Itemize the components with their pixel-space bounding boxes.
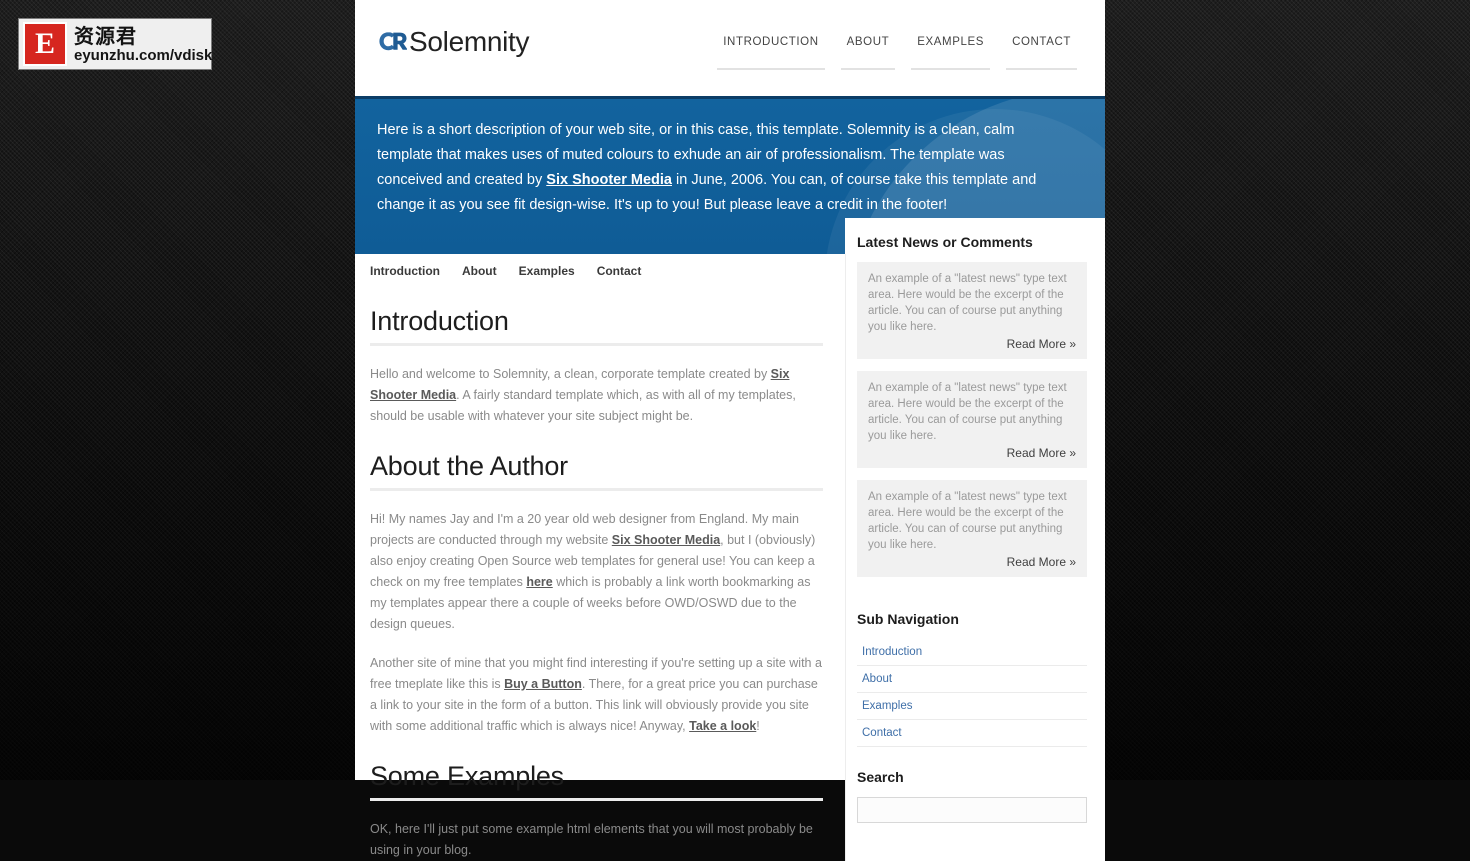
about-link-here[interactable]: here <box>526 575 552 589</box>
content-subnav-examples[interactable]: Examples <box>519 264 575 278</box>
sidebar-item-introduction[interactable]: Introduction <box>857 639 1087 665</box>
nav-item-examples[interactable]: EXAMPLES <box>903 36 998 70</box>
watermark-chinese-label: 资源君 <box>74 23 137 48</box>
primary-navigation: INTRODUCTION ABOUT EXAMPLES CONTACT <box>709 36 1085 70</box>
site-header: Solemnity INTRODUCTION ABOUT EXAMPLES CO… <box>355 0 1105 96</box>
sidebar-news-title: Latest News or Comments <box>857 234 1033 250</box>
content-subnavigation: Introduction About Examples Contact <box>370 264 823 282</box>
section-title-about-the-author: About the Author <box>370 451 823 491</box>
content-subnav-about[interactable]: About <box>462 264 497 278</box>
news-item-read-more-link[interactable]: Read More » <box>868 446 1076 460</box>
sidebar: Latest News or Comments An example of a … <box>845 218 1105 861</box>
site-page-container: Solemnity INTRODUCTION ABOUT EXAMPLES CO… <box>355 0 1105 861</box>
search-input[interactable] <box>857 797 1087 823</box>
sidebar-item-contact[interactable]: Contact <box>857 720 1087 746</box>
watermark-text: 资源君 eyunzhu.com/vdisk <box>74 25 212 64</box>
section-title-introduction: Introduction <box>370 306 823 346</box>
watermark-badge: E 资源君 eyunzhu.com/vdisk <box>18 18 212 70</box>
nav-item-contact[interactable]: CONTACT <box>998 36 1085 70</box>
watermark-logo-icon: E <box>23 22 67 66</box>
watermark-url-label: eyunzhu.com/vdisk <box>74 46 213 64</box>
news-item-text: An example of a "latest news" type text … <box>868 491 1067 551</box>
intro-text-a: Hello and welcome to Solemnity, a clean,… <box>370 367 771 381</box>
news-item: An example of a "latest news" type text … <box>857 262 1087 359</box>
body-columns: Introduction About Examples Contact Intr… <box>355 218 1105 861</box>
sidebar-subnavigation-title: Sub Navigation <box>857 611 959 627</box>
about-link-buy-a-button[interactable]: Buy a Button <box>504 677 582 691</box>
list-item: Introduction <box>857 639 1087 666</box>
news-item: An example of a "latest news" type text … <box>857 480 1087 577</box>
main-content: Introduction About Examples Contact Intr… <box>355 254 845 861</box>
nav-item-introduction[interactable]: INTRODUCTION <box>709 36 832 70</box>
list-item: Contact <box>857 720 1087 747</box>
sidebar-subnavigation-list: Introduction About Examples Contact <box>857 639 1087 747</box>
news-item-read-more-link[interactable]: Read More » <box>868 555 1076 569</box>
nav-item-about[interactable]: ABOUT <box>833 36 904 70</box>
content-subnav-introduction[interactable]: Introduction <box>370 264 440 278</box>
about2-text-c: ! <box>756 719 760 733</box>
section-examples-paragraph: OK, here I'll just put some example html… <box>370 822 813 857</box>
interlocking-circles-logo-icon <box>379 32 407 51</box>
about-link-take-a-look[interactable]: Take a look <box>689 719 756 733</box>
list-item: About <box>857 666 1087 693</box>
sidebar-search-title: Search <box>857 769 904 785</box>
section-introduction-paragraph: Hello and welcome to Solemnity, a clean,… <box>370 364 823 427</box>
sidebar-item-examples[interactable]: Examples <box>857 693 1087 719</box>
news-item-text: An example of a "latest news" type text … <box>868 273 1067 333</box>
list-item: Examples <box>857 693 1087 720</box>
news-item: An example of a "latest news" type text … <box>857 371 1087 468</box>
section-about-paragraph-1: Hi! My names Jay and I'm a 20 year old w… <box>370 509 823 635</box>
news-item-read-more-link[interactable]: Read More » <box>868 337 1076 351</box>
section-about-paragraph-2: Another site of mine that you might find… <box>370 653 823 737</box>
banner-description: Here is a short description of your web … <box>355 99 1105 218</box>
content-subnav-contact[interactable]: Contact <box>597 264 642 278</box>
sidebar-item-about[interactable]: About <box>857 666 1087 692</box>
site-logo[interactable]: Solemnity <box>377 26 530 57</box>
news-item-text: An example of a "latest news" type text … <box>868 382 1067 442</box>
about-link-six-shooter-media[interactable]: Six Shooter Media <box>612 533 720 547</box>
site-logo-text: Solemnity <box>409 26 530 57</box>
section-title-some-examples: Some Examples <box>370 761 823 801</box>
banner-link-six-shooter-media[interactable]: Six Shooter Media <box>546 172 672 188</box>
